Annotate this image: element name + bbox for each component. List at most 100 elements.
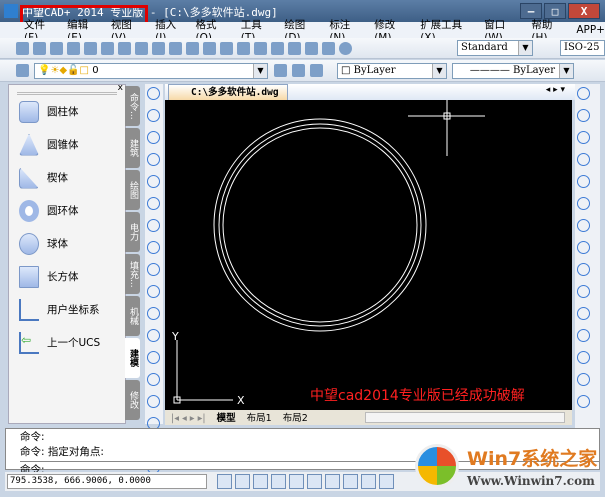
construction-line-icon[interactable] [147, 109, 160, 122]
rotate-icon[interactable] [577, 219, 590, 232]
tab-command[interactable]: 命令... [125, 86, 140, 126]
tool-palette-icon[interactable] [322, 42, 335, 55]
cut-icon[interactable] [118, 42, 131, 55]
properties-icon[interactable] [288, 42, 301, 55]
arc-icon[interactable] [147, 197, 160, 210]
copy-object-icon[interactable] [577, 109, 590, 122]
layer-select[interactable]: 💡☀◆🔓□ 0 ▼ [34, 63, 268, 79]
palette-close-button[interactable]: x [118, 83, 123, 93]
menu-app[interactable]: APP+ [576, 24, 605, 36]
make-block-icon[interactable] [147, 351, 160, 364]
erase-icon[interactable] [577, 87, 590, 100]
tab-modeling[interactable]: 建模 [125, 338, 140, 378]
tab-scroll-icon[interactable]: ◂ ▸ ▾ [546, 85, 565, 95]
palette-item-cylinder[interactable]: 圆柱体 [9, 95, 125, 128]
ellipse-arc-icon[interactable] [147, 307, 160, 320]
break-icon[interactable] [577, 329, 590, 342]
tab-hatch[interactable]: 填充... [125, 254, 140, 294]
plot-icon[interactable] [101, 42, 114, 55]
zoom-realtime-icon[interactable] [237, 42, 250, 55]
paste-icon[interactable] [152, 42, 165, 55]
tab-modify[interactable]: 修改 [125, 380, 140, 420]
hatch-icon[interactable] [147, 395, 160, 408]
palette-item-ucs-previous[interactable]: ⇦ 上一个UCS [9, 326, 125, 359]
extend-icon[interactable] [577, 307, 590, 320]
match-properties-icon[interactable] [169, 42, 182, 55]
print-preview-icon[interactable] [84, 42, 97, 55]
tab-layout1[interactable]: 布局1 [247, 413, 272, 424]
undo-icon[interactable] [186, 42, 199, 55]
ortho-toggle[interactable] [253, 474, 268, 489]
stretch-icon[interactable] [577, 263, 590, 276]
new-icon[interactable] [16, 42, 29, 55]
drawing-canvas[interactable]: Y X 中望cad2014专业版已经成功破解 [165, 90, 572, 410]
layer-states-icon[interactable] [310, 64, 323, 77]
line-icon[interactable] [147, 87, 160, 100]
point-icon[interactable] [147, 373, 160, 386]
ellipse-icon[interactable] [147, 285, 160, 298]
otrack-toggle[interactable] [307, 474, 322, 489]
chevron-down-icon[interactable]: ▼ [559, 64, 573, 78]
print-icon[interactable] [67, 42, 80, 55]
move-icon[interactable] [577, 197, 590, 210]
tab-nav-icon[interactable]: |◂ ◂ ▸ ▸| [171, 413, 206, 424]
rectangle-icon[interactable] [147, 175, 160, 188]
layer-previous-icon[interactable] [292, 64, 305, 77]
tab-draw[interactable]: 绘图 [125, 170, 140, 210]
linetype-select[interactable]: ———— ByLayer ▼ [452, 63, 574, 79]
chevron-down-icon[interactable]: ▼ [432, 64, 446, 78]
array-icon[interactable] [577, 175, 590, 188]
polygon-icon[interactable] [147, 153, 160, 166]
mirror-icon[interactable] [577, 131, 590, 144]
palette-item-box[interactable]: 长方体 [9, 260, 125, 293]
insert-block-icon[interactable] [147, 329, 160, 342]
horizontal-scrollbar[interactable] [365, 412, 565, 423]
palette-item-torus[interactable]: 圆环体 [9, 194, 125, 227]
scale-icon[interactable] [577, 241, 590, 254]
pan-icon[interactable] [220, 42, 233, 55]
lineweight-toggle[interactable] [343, 474, 358, 489]
layer-manager-icon[interactable] [16, 64, 29, 77]
fillet-icon[interactable] [577, 373, 590, 386]
grid-toggle[interactable] [235, 474, 250, 489]
chevron-down-icon[interactable]: ▼ [518, 41, 532, 55]
spline-icon[interactable] [147, 263, 160, 276]
save-icon[interactable] [50, 42, 63, 55]
snap-toggle[interactable] [217, 474, 232, 489]
open-icon[interactable] [33, 42, 46, 55]
model-toggle[interactable] [361, 474, 376, 489]
tab-architecture[interactable]: 建筑 [125, 128, 140, 168]
text-style-select[interactable]: Standard ▼ [457, 40, 533, 56]
palette-item-ucs[interactable]: 用户坐标系 [9, 293, 125, 326]
redo-icon[interactable] [203, 42, 216, 55]
color-select[interactable]: □ ByLayer ▼ [337, 63, 447, 79]
zoom-window-icon[interactable] [254, 42, 267, 55]
tab-model[interactable]: 模型 [217, 413, 236, 424]
polar-toggle[interactable] [271, 474, 286, 489]
palette-item-sphere[interactable]: 球体 [9, 227, 125, 260]
make-layer-current-icon[interactable] [274, 64, 287, 77]
palette-item-cone[interactable]: 圆锥体 [9, 128, 125, 161]
explode-icon[interactable] [577, 395, 590, 408]
document-tab[interactable]: C:\多多软件站.dwg [168, 84, 288, 100]
osnap-toggle[interactable] [289, 474, 304, 489]
chevron-down-icon[interactable]: ▼ [253, 64, 267, 78]
qp-toggle[interactable] [379, 474, 394, 489]
design-center-icon[interactable] [305, 42, 318, 55]
circle-icon[interactable] [147, 219, 160, 232]
trim-icon[interactable] [577, 285, 590, 298]
help-icon[interactable] [339, 42, 352, 55]
dyn-toggle[interactable] [325, 474, 340, 489]
polyline-icon[interactable] [147, 131, 160, 144]
zoom-previous-icon[interactable] [271, 42, 284, 55]
tab-electrical[interactable]: 电力 [125, 212, 140, 252]
palette-item-wedge[interactable]: 楔体 [9, 161, 125, 194]
dim-style-select[interactable]: ISO-25 [560, 40, 605, 56]
close-button[interactable]: X [568, 3, 600, 19]
tab-mechanical[interactable]: 机械 [125, 296, 140, 336]
offset-icon[interactable] [577, 153, 590, 166]
chamfer-icon[interactable] [577, 351, 590, 364]
tab-layout2[interactable]: 布局2 [283, 413, 308, 424]
copy-icon[interactable] [135, 42, 148, 55]
revision-cloud-icon[interactable] [147, 241, 160, 254]
